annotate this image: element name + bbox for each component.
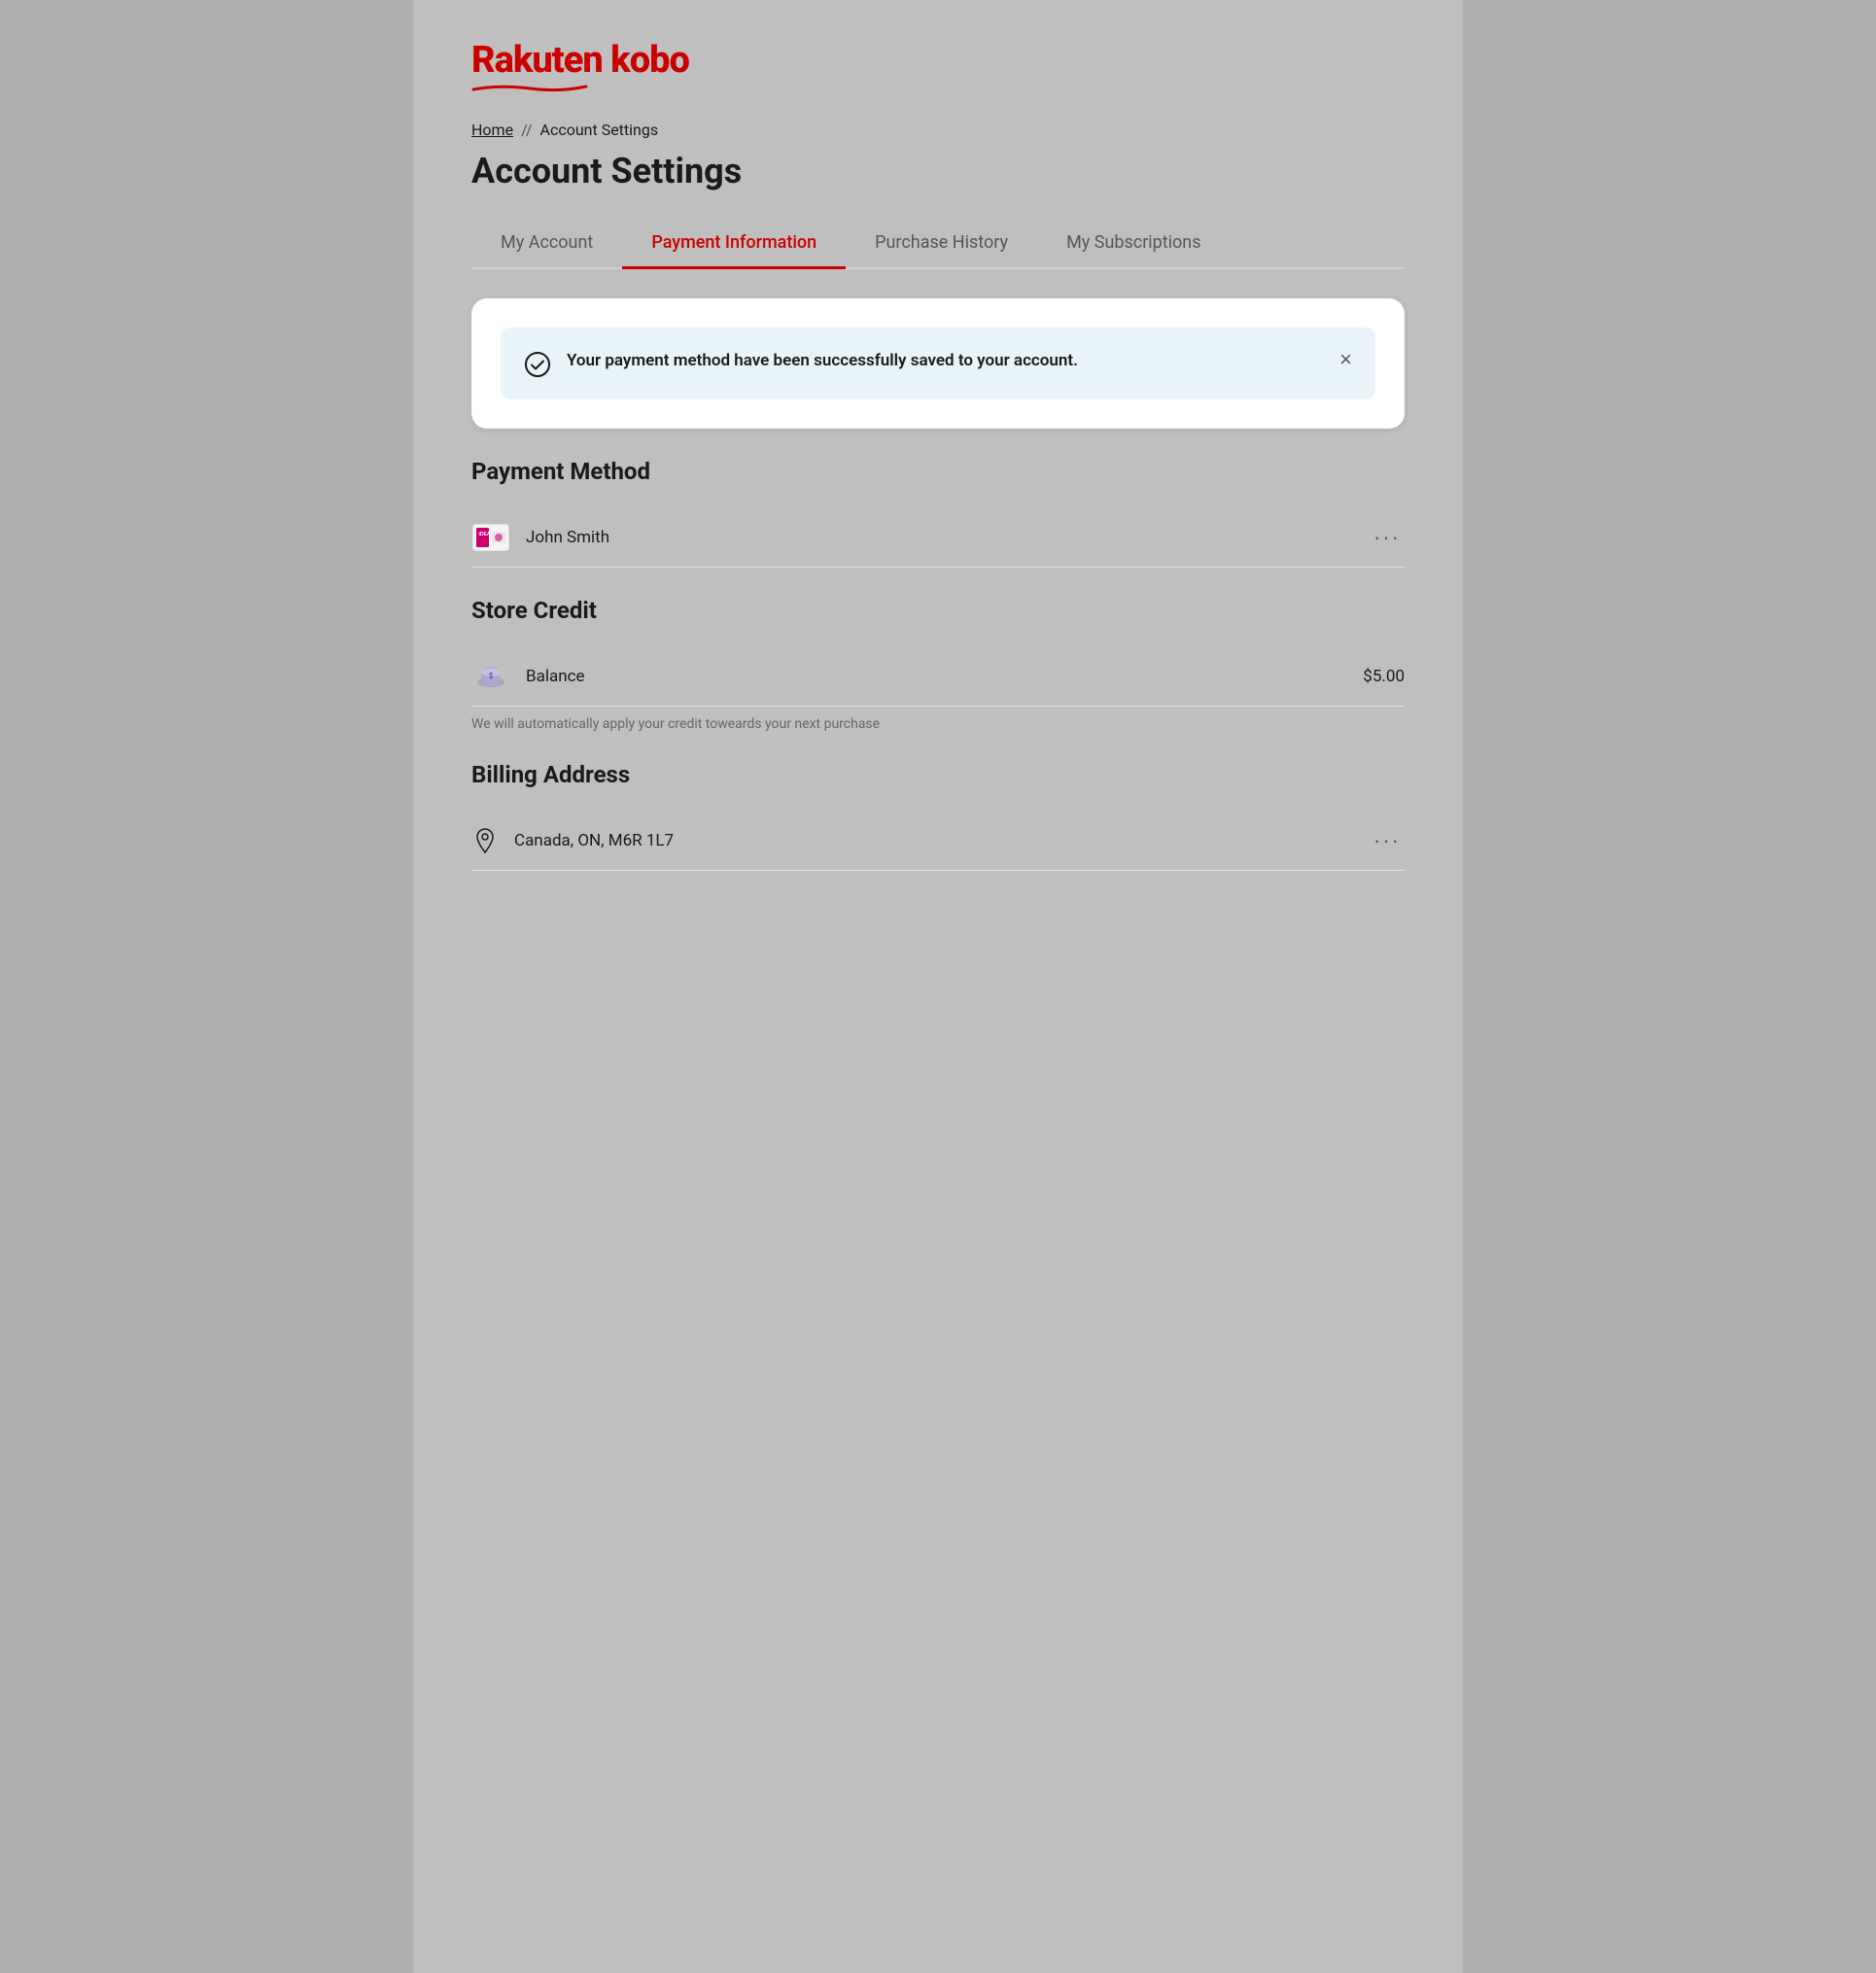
payment-method-section: Payment Method iDEAL John Smith ··· <box>471 458 1405 568</box>
payment-holder-name: John Smith <box>526 528 1354 547</box>
payment-more-button[interactable]: ··· <box>1370 525 1405 550</box>
store-credit-section: Store Credit $ Balance $5.00 We will aut… <box>471 597 1405 732</box>
store-credit-note: We will automatically apply your credit … <box>471 716 1405 732</box>
tab-payment-information[interactable]: Payment Information <box>622 219 846 269</box>
close-banner-button[interactable]: × <box>1339 349 1352 370</box>
logo: Rakuten kobo <box>471 39 1405 91</box>
payment-method-title: Payment Method <box>471 458 1405 485</box>
svg-text:iDEAL: iDEAL <box>479 532 494 537</box>
payment-method-row: iDEAL John Smith ··· <box>471 508 1405 568</box>
balance-label: Balance <box>526 667 1363 686</box>
ideal-icon: iDEAL <box>471 524 510 551</box>
check-circle-icon <box>524 351 551 378</box>
breadcrumb-current: Account Settings <box>540 121 659 139</box>
balance-amount: $5.00 <box>1363 667 1405 686</box>
location-pin-icon <box>471 827 499 854</box>
breadcrumb-separator: // <box>521 121 532 139</box>
success-message: Your payment method have been successful… <box>567 349 1324 374</box>
page-title: Account Settings <box>471 151 1405 191</box>
billing-address-title: Billing Address <box>471 761 1405 788</box>
tab-purchase-history[interactable]: Purchase History <box>846 219 1037 269</box>
balance-row: $ Balance $5.00 <box>471 647 1405 707</box>
tabs-container: My Account Payment Information Purchase … <box>471 219 1405 269</box>
logo-text[interactable]: Rakuten kobo <box>471 39 689 91</box>
tab-my-subscriptions[interactable]: My Subscriptions <box>1037 219 1230 269</box>
address-row: Canada, ON, M6R 1L7 ··· <box>471 812 1405 871</box>
store-credit-title: Store Credit <box>471 597 1405 624</box>
tab-my-account[interactable]: My Account <box>471 219 622 269</box>
svg-text:$: $ <box>489 672 494 680</box>
billing-address-section: Billing Address Canada, ON, M6R 1L7 ··· <box>471 761 1405 871</box>
breadcrumb: Home // Account Settings <box>471 121 1405 139</box>
store-credit-icon: $ <box>471 663 510 690</box>
page-container: Rakuten kobo Home // Account Settings Ac… <box>413 0 1463 1973</box>
breadcrumb-home[interactable]: Home <box>471 121 513 139</box>
success-card: Your payment method have been successful… <box>471 298 1405 429</box>
address-more-button[interactable]: ··· <box>1370 828 1405 853</box>
success-banner: Your payment method have been successful… <box>501 328 1375 399</box>
billing-address-text: Canada, ON, M6R 1L7 <box>514 831 1354 850</box>
